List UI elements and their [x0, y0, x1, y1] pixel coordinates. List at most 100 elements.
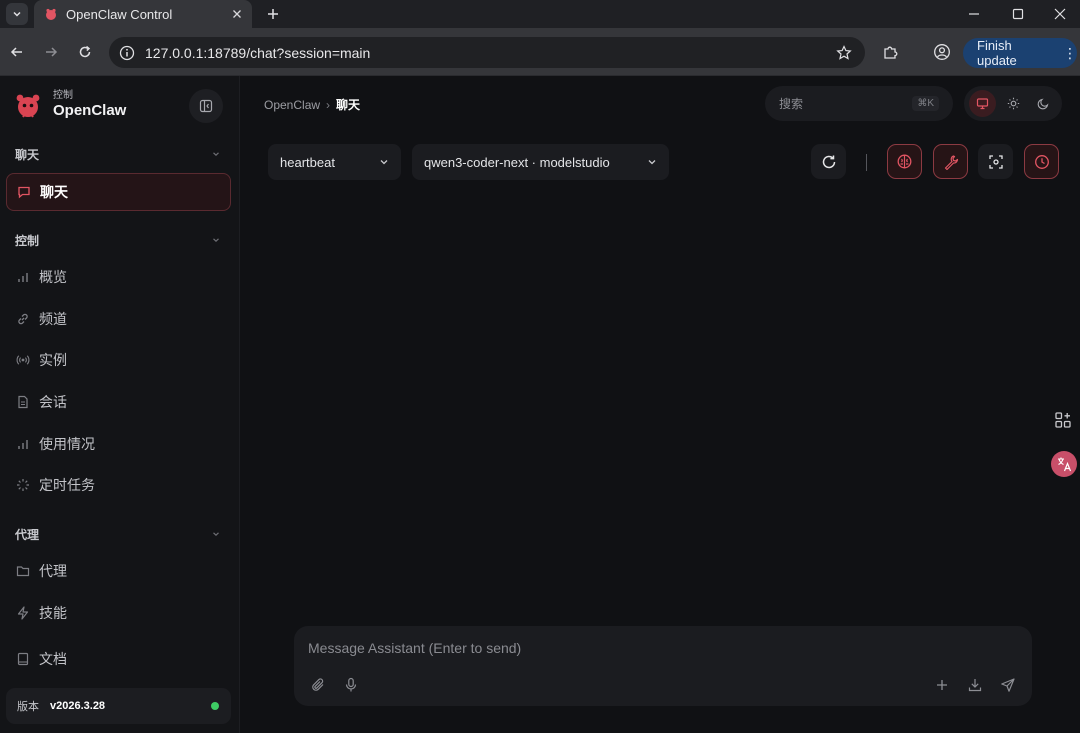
reload-button[interactable] — [72, 39, 98, 65]
back-button[interactable] — [4, 39, 30, 65]
sidebar-item-chat[interactable]: 聊天 — [6, 173, 231, 211]
chevron-down-icon — [380, 160, 388, 165]
browser-tab-bar: OpenClaw Control — [0, 0, 1080, 28]
sidebar-item-usage[interactable]: 使用情况 — [6, 425, 231, 463]
session-select[interactable]: heartbeat — [268, 144, 401, 180]
close-icon — [233, 10, 241, 18]
wrench-icon — [944, 154, 958, 170]
sidebar-toggle-icon — [199, 99, 213, 113]
sidebar-collapse-button[interactable] — [189, 89, 223, 123]
theme-light-button[interactable] — [1000, 90, 1027, 117]
paperclip-icon — [312, 678, 324, 691]
brain-icon — [897, 154, 912, 169]
theme-dark-button[interactable] — [1030, 90, 1057, 117]
reload-icon — [79, 45, 91, 58]
sidebar-item-label: 定时任务 — [39, 477, 95, 493]
info-icon[interactable] — [119, 45, 135, 61]
plus-icon — [937, 680, 947, 690]
close-icon — [1054, 8, 1066, 20]
new-session-button[interactable] — [931, 674, 953, 696]
address-bar[interactable]: 127.0.0.1:18789/chat?session=main — [109, 37, 865, 68]
minimize-button[interactable] — [952, 0, 996, 28]
theme-switcher — [964, 86, 1062, 121]
model-select[interactable]: qwen3-coder-next · modelstudio — [412, 144, 669, 180]
cron-history-button[interactable] — [1024, 144, 1059, 179]
refresh-button[interactable] — [811, 144, 846, 179]
url-text[interactable]: 127.0.0.1:18789/chat?session=main — [145, 45, 831, 61]
loader-icon — [17, 479, 29, 491]
breadcrumb-current: 聊天 — [336, 98, 361, 112]
account-icon — [934, 44, 950, 60]
message-composer[interactable]: Message Assistant (Enter to send) — [294, 626, 1032, 706]
bar-chart-icon — [18, 273, 28, 282]
sidebar-item-skills[interactable]: 技能 — [6, 594, 231, 632]
section-header-control[interactable]: 控制 — [15, 232, 221, 248]
section-header-chat[interactable]: 聊天 — [15, 146, 221, 162]
sidebar: 控制 OpenClaw 聊天 聊天 控制 概览 频道 实例 会话 使用情况 定时… — [0, 76, 240, 733]
message-input[interactable]: Message Assistant (Enter to send) — [308, 640, 521, 656]
zap-icon — [17, 606, 29, 620]
translate-widget-button[interactable] — [1051, 451, 1077, 477]
finish-update-button[interactable]: Finish update ⋮ — [963, 38, 1077, 68]
link-icon — [18, 313, 28, 325]
star-icon — [836, 44, 852, 60]
clock-icon — [1034, 154, 1049, 169]
bookmark-button[interactable] — [831, 40, 857, 66]
tab-title: OpenClaw Control — [66, 6, 173, 22]
sidebar-item-channels[interactable]: 频道 — [6, 300, 231, 338]
brand-subtitle: 控制 — [53, 90, 73, 101]
sidebar-item-label: 频道 — [39, 311, 67, 327]
openclaw-favicon-icon — [46, 8, 56, 20]
sidebar-item-overview[interactable]: 概览 — [6, 258, 231, 296]
sidebar-item-sessions[interactable]: 会话 — [6, 383, 231, 421]
tools-toggle-button[interactable] — [933, 144, 968, 179]
browser-tab[interactable]: OpenClaw Control — [34, 0, 252, 28]
focus-mode-button[interactable] — [978, 144, 1013, 179]
sidebar-item-label: 实例 — [39, 352, 67, 368]
voice-input-button[interactable] — [340, 674, 362, 696]
section-header-agents[interactable]: 代理 — [15, 526, 221, 542]
extensions-button[interactable] — [878, 39, 904, 65]
export-button[interactable] — [964, 674, 986, 696]
focus-icon — [988, 154, 1003, 169]
puzzle-icon — [884, 46, 898, 59]
finish-update-label: Finish update — [977, 38, 1017, 68]
profile-button[interactable] — [929, 39, 955, 65]
forward-button[interactable] — [38, 39, 64, 65]
radio-icon — [16, 355, 30, 365]
status-dot — [211, 702, 219, 710]
theme-system-button[interactable] — [969, 90, 996, 117]
new-tab-button[interactable] — [262, 3, 284, 25]
tab-search-button[interactable] — [6, 3, 28, 25]
session-select-value: heartbeat — [280, 154, 335, 170]
chevron-down-icon — [213, 152, 219, 157]
sidebar-item-label: 会话 — [39, 394, 67, 410]
thinking-toggle-button[interactable] — [887, 144, 922, 179]
search-input[interactable]: 搜索 ⌘K — [765, 86, 953, 121]
attach-button[interactable] — [307, 674, 329, 696]
toolbar-divider — [866, 154, 867, 171]
breadcrumb-separator: › — [326, 97, 331, 112]
maximize-button[interactable] — [996, 0, 1040, 28]
send-button[interactable] — [997, 674, 1019, 696]
section-label: 代理 — [15, 527, 40, 542]
chevron-down-icon — [213, 532, 219, 537]
browser-toolbar: 127.0.0.1:18789/chat?session=main Finish… — [0, 28, 1080, 76]
refresh-icon — [822, 155, 835, 168]
breadcrumb-root[interactable]: OpenClaw — [264, 98, 320, 112]
apps-widget-button[interactable] — [1050, 407, 1076, 433]
monitor-icon — [976, 98, 989, 110]
brand[interactable]: 控制 OpenClaw — [13, 90, 126, 120]
version-value: v2026.3.28 — [50, 700, 106, 712]
sidebar-item-agents[interactable]: 代理 — [6, 552, 231, 590]
tab-close-button[interactable] — [226, 3, 248, 25]
apps-grid-icon — [1055, 412, 1071, 428]
plus-icon — [268, 9, 278, 19]
sidebar-item-label: 概览 — [39, 269, 67, 285]
sidebar-item-docs[interactable]: 文档 — [6, 640, 231, 678]
sidebar-item-instances[interactable]: 实例 — [6, 341, 231, 379]
openclaw-logo-icon — [16, 94, 40, 118]
window-close-button[interactable] — [1040, 0, 1080, 28]
sidebar-item-scheduled-tasks[interactable]: 定时任务 — [6, 466, 231, 504]
model-select-value: qwen3-coder-next · modelstudio — [424, 154, 610, 170]
